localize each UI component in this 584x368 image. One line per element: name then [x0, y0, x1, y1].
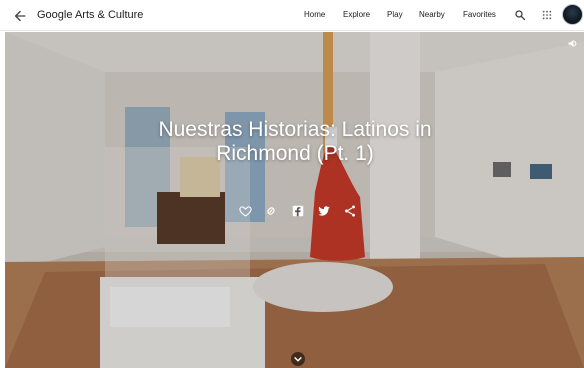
- volume-icon[interactable]: [567, 37, 580, 50]
- user-avatar[interactable]: [562, 4, 583, 25]
- brand-google: Google: [37, 9, 73, 21]
- back-arrow-icon[interactable]: [12, 8, 28, 24]
- search-icon[interactable]: [514, 9, 526, 21]
- twitter-icon[interactable]: [317, 204, 331, 218]
- exhibit-title: Nuestras Historias: Latinos in Richmond …: [120, 118, 470, 166]
- exhibit-title-line-2: Richmond (Pt. 1): [216, 142, 374, 165]
- exhibit-title-line-1: Nuestras Historias: Latinos in: [158, 118, 432, 141]
- nav-favorites[interactable]: Favorites: [463, 10, 496, 19]
- nav-nearby[interactable]: Nearby: [419, 10, 445, 19]
- top-app-bar: Google Arts & Culture Home Explore Play …: [0, 0, 584, 31]
- hero-gallery-image[interactable]: Nuestras Historias: Latinos in Richmond …: [5, 32, 584, 368]
- share-icon[interactable]: [343, 204, 357, 218]
- app-logo[interactable]: Google Arts & Culture: [37, 9, 143, 21]
- nav-home[interactable]: Home: [304, 10, 325, 19]
- gallery-scene-illustration: [5, 32, 584, 368]
- facebook-icon[interactable]: [291, 204, 305, 218]
- nav-explore[interactable]: Explore: [343, 10, 370, 19]
- brand-arts-culture: Arts & Culture: [74, 9, 144, 21]
- nav-play[interactable]: Play: [387, 10, 403, 19]
- link-icon[interactable]: [264, 204, 278, 218]
- heart-icon[interactable]: [239, 204, 252, 218]
- apps-grid-icon[interactable]: [542, 10, 552, 20]
- chevron-down-icon[interactable]: [291, 352, 305, 366]
